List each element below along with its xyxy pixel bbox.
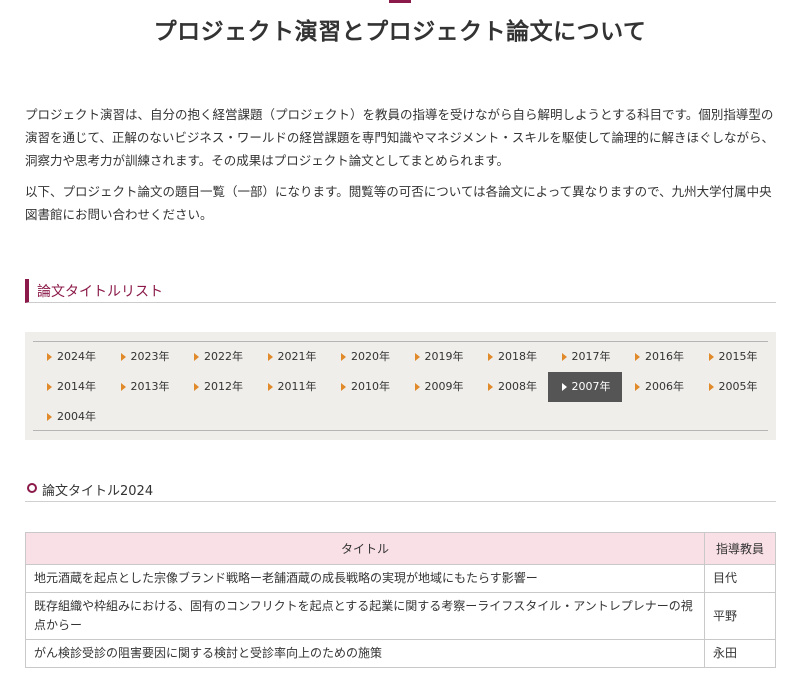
triangle-right-icon [635, 383, 640, 391]
year-link-2020[interactable]: 2020年 [327, 342, 401, 372]
triangle-right-icon [194, 353, 199, 361]
triangle-right-icon [414, 383, 420, 391]
advisor-cell: 平野 [704, 592, 776, 640]
subsection-heading: 論文タイトル2024 [25, 478, 776, 502]
year-link-label: 2019年 [424, 350, 464, 363]
year-link-2021[interactable]: 2021年 [254, 342, 328, 372]
triangle-right-icon [47, 353, 52, 361]
year-link-2014[interactable]: 2014年 [33, 372, 107, 402]
year-link-label: 2004年 [57, 410, 96, 423]
year-link-2018[interactable]: 2018年 [474, 342, 548, 372]
top-accent-bar [389, 0, 411, 3]
year-link-2005[interactable]: 2005年 [695, 372, 769, 402]
table-header-row: タイトル 指導教員 [25, 532, 776, 565]
year-link-2010[interactable]: 2010年 [327, 372, 401, 402]
triangle-right-icon [120, 383, 126, 391]
year-link-2024[interactable]: 2024年 [33, 342, 107, 372]
triangle-right-icon [47, 383, 52, 391]
section-heading-label: 論文タイトルリスト [37, 284, 163, 300]
thesis-table: タイトル 指導教員 地元酒蔵を起点とした宗像ブランド戦略ー老舗酒蔵の成長戦略の実… [25, 532, 776, 668]
page-title: プロジェクト演習とプロジェクト論文について [153, 19, 647, 45]
year-link-2016[interactable]: 2016年 [621, 342, 695, 372]
subsection-heading-label: 論文タイトル2024 [42, 484, 154, 499]
year-link-2019[interactable]: 2019年 [401, 342, 475, 372]
triangle-right-icon [47, 413, 52, 421]
thesis-title-cell: 既存組織や枠組みにおける、固有のコンフリクトを起点とする起業に関する考察ーライフ… [25, 592, 705, 640]
year-link-label: 2017年 [571, 350, 611, 363]
year-link-2007[interactable]: 2007年 [547, 372, 622, 402]
year-link-2009[interactable]: 2009年 [401, 372, 475, 402]
intro-text: プロジェクト演習は、自分の抱く経営課題（プロジェクト）を教員の指導を受けながら自… [25, 103, 777, 234]
triangle-right-icon [120, 353, 126, 361]
column-header-advisor: 指導教員 [704, 532, 776, 565]
column-header-title: タイトル [25, 532, 705, 565]
year-link-label: 2024年 [57, 350, 96, 363]
intro-paragraph-2: 以下、プロジェクト論文の題目一覧（一部）になります。閲覧等の可否については各論文… [25, 184, 772, 222]
year-link-label: 2011年 [277, 380, 317, 393]
table-row: 既存組織や枠組みにおける、固有のコンフリクトを起点とする起業に関する考察ーライフ… [25, 592, 776, 640]
year-link-label: 2007年 [571, 380, 611, 393]
year-link-2012[interactable]: 2012年 [180, 372, 254, 402]
triangle-right-icon [194, 383, 199, 391]
year-link-label: 2014年 [57, 380, 96, 393]
intro-paragraph-1: プロジェクト演習は、自分の抱く経営課題（プロジェクト）を教員の指導を受けながら自… [25, 107, 775, 168]
year-link-label: 2021年 [277, 350, 317, 363]
year-filter-panel: 2024年 2023年 2022年 2021年 2020年 2019年 2018年 2017年… [25, 332, 776, 440]
year-link-2011[interactable]: 2011年 [254, 372, 328, 402]
year-link-label: 2018年 [498, 350, 537, 363]
year-link-2004[interactable]: 2004年 [33, 402, 107, 432]
triangle-right-icon [414, 353, 420, 361]
triangle-right-icon [341, 383, 346, 391]
year-link-2023[interactable]: 2023年 [107, 342, 181, 372]
triangle-right-icon [488, 383, 493, 391]
thesis-title-cell: 地元酒蔵を起点とした宗像ブランド戦略ー老舗酒蔵の成長戦略の実現が地域にもたらす影… [25, 564, 705, 593]
year-link-label: 2005年 [718, 380, 758, 393]
year-link-label: 2013年 [130, 380, 170, 393]
year-link-2006[interactable]: 2006年 [621, 372, 695, 402]
year-link-2013[interactable]: 2013年 [107, 372, 181, 402]
circle-icon [27, 483, 37, 493]
triangle-right-icon [635, 353, 640, 361]
year-link-label: 2020年 [351, 350, 390, 363]
year-link-2017[interactable]: 2017年 [548, 342, 622, 372]
year-link-label: 2016年 [645, 350, 684, 363]
triangle-right-icon [488, 353, 493, 361]
section-heading: 論文タイトルリスト [25, 279, 776, 303]
thesis-title-cell: がん検診受診の阻害要因に関する検討と受診率向上のための施策 [25, 639, 705, 668]
advisor-cell: 永田 [704, 639, 776, 668]
year-link-label: 2009年 [424, 380, 464, 393]
triangle-right-icon [267, 353, 273, 361]
year-link-label: 2008年 [498, 380, 537, 393]
triangle-right-icon [561, 383, 567, 391]
table-row: がん検診受診の阻害要因に関する検討と受診率向上のための施策 永田 [25, 639, 776, 668]
year-link-2022[interactable]: 2022年 [180, 342, 254, 372]
triangle-right-icon [561, 353, 567, 361]
year-link-label: 2006年 [645, 380, 684, 393]
advisor-cell: 目代 [704, 564, 776, 593]
year-link-label: 2012年 [204, 380, 243, 393]
year-link-label: 2022年 [204, 350, 243, 363]
year-link-label: 2010年 [351, 380, 390, 393]
triangle-right-icon [708, 353, 714, 361]
table-row: 地元酒蔵を起点とした宗像ブランド戦略ー老舗酒蔵の成長戦略の実現が地域にもたらす影… [25, 564, 776, 593]
year-link-label: 2023年 [130, 350, 170, 363]
year-link-2015[interactable]: 2015年 [695, 342, 769, 372]
year-link-label: 2015年 [718, 350, 758, 363]
triangle-right-icon [341, 353, 346, 361]
triangle-right-icon [267, 383, 273, 391]
year-grid: 2024年 2023年 2022年 2021年 2020年 2019年 2018年 2017年… [33, 341, 768, 431]
triangle-right-icon [708, 383, 714, 391]
year-link-2008[interactable]: 2008年 [474, 372, 548, 402]
